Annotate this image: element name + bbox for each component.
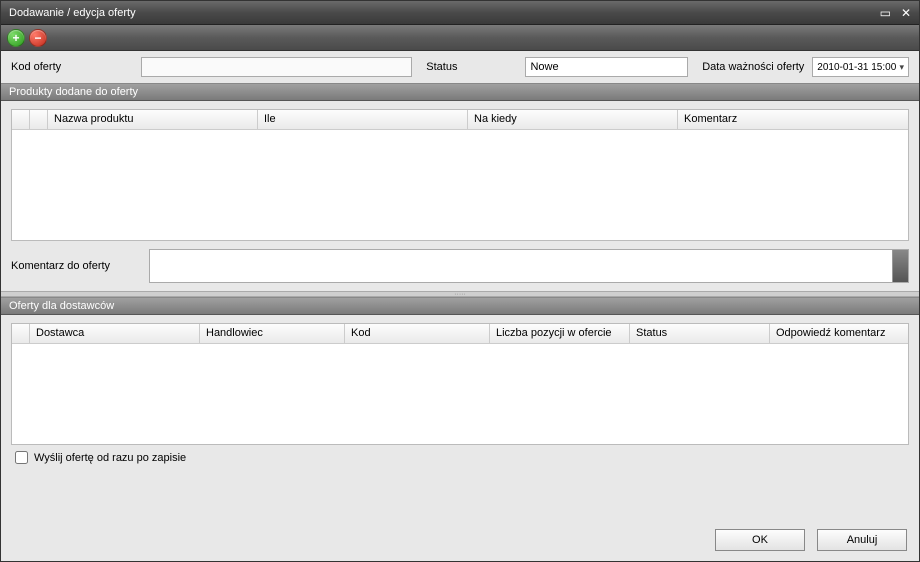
suppliers-grid[interactable]: Dostawca Handlowiec Kod Liczba pozycji w… <box>11 323 909 445</box>
offer-comment-label: Komentarz do oferty <box>11 260 141 272</box>
minimize-icon[interactable]: ▭ <box>880 6 891 20</box>
cancel-button[interactable]: Anuluj <box>817 529 907 551</box>
col-salesman[interactable]: Handlowiec <box>200 324 345 343</box>
window-controls: ▭ ✕ <box>880 6 911 20</box>
products-grid-header: Nazwa produktu Ile Na kiedy Komentarz <box>12 110 908 130</box>
offer-comment-box <box>149 249 909 283</box>
col-supplier[interactable]: Dostawca <box>30 324 200 343</box>
validity-value: 2010-01-31 15:00 <box>817 62 896 73</box>
offer-dialog: Dodawanie / edycja oferty ▭ ✕ + − Kod of… <box>0 0 920 562</box>
kod-label: Kod oferty <box>11 61 61 73</box>
col-status[interactable]: Status <box>630 324 770 343</box>
status-select[interactable]: Nowe <box>525 57 688 77</box>
col-when[interactable]: Na kiedy <box>468 110 678 129</box>
suppliers-section-title: Oferty dla dostawców <box>9 300 114 312</box>
titlebar: Dodawanie / edycja oferty ▭ ✕ <box>1 1 919 25</box>
send-after-save-checkbox[interactable] <box>15 451 28 464</box>
toolbar: + − <box>1 25 919 51</box>
suppliers-section-body: Dostawca Handlowiec Kod Liczba pozycji w… <box>1 315 919 474</box>
status-label: Status <box>426 61 457 73</box>
send-after-save-row: Wyślij ofertę od razu po zapisie <box>11 445 909 466</box>
status-value: Nowe <box>530 61 558 73</box>
validity-label: Data ważności oferty <box>702 61 804 73</box>
dialog-footer: OK Anuluj <box>1 519 919 561</box>
suppliers-grid-header: Dostawca Handlowiec Kod Liczba pozycji w… <box>12 324 908 344</box>
form-row: Kod oferty Status Nowe Data ważności ofe… <box>1 51 919 83</box>
col-product-name[interactable]: Nazwa produktu <box>48 110 258 129</box>
row-selector-col <box>12 324 30 343</box>
kod-input[interactable] <box>141 57 412 77</box>
send-after-save-label: Wyślij ofertę od razu po zapisie <box>34 452 186 464</box>
offer-comment-row: Komentarz do oferty <box>11 249 909 283</box>
col-comment[interactable]: Komentarz <box>678 110 908 129</box>
offer-comment-input[interactable] <box>150 250 892 282</box>
remove-button[interactable]: − <box>29 29 47 47</box>
col-positions[interactable]: Liczba pozycji w ofercie <box>490 324 630 343</box>
col-code[interactable]: Kod <box>345 324 490 343</box>
products-section-header: Produkty dodane do oferty <box>1 83 919 101</box>
products-section-title: Produkty dodane do oferty <box>9 86 138 98</box>
add-button[interactable]: + <box>7 29 25 47</box>
suppliers-grid-body[interactable] <box>12 344 908 444</box>
minus-icon: − <box>34 31 41 45</box>
suppliers-section-header: Oferty dla dostawców <box>1 297 919 315</box>
products-grid-body[interactable] <box>12 130 908 240</box>
ok-button[interactable]: OK <box>715 529 805 551</box>
close-icon[interactable]: ✕ <box>901 6 911 20</box>
row-selector-col <box>12 110 30 129</box>
scrollbar[interactable] <box>892 250 908 282</box>
chevron-down-icon: ▾ <box>899 62 904 73</box>
window-title: Dodawanie / edycja oferty <box>9 7 880 19</box>
products-grid[interactable]: Nazwa produktu Ile Na kiedy Komentarz <box>11 109 909 241</box>
plus-icon: + <box>12 31 19 45</box>
row-selector-col2 <box>30 110 48 129</box>
validity-select[interactable]: 2010-01-31 15:00 ▾ <box>812 57 909 77</box>
col-qty[interactable]: Ile <box>258 110 468 129</box>
products-section-body: Nazwa produktu Ile Na kiedy Komentarz Ko… <box>1 101 919 291</box>
col-reply[interactable]: Odpowiedź komentarz <box>770 324 908 343</box>
